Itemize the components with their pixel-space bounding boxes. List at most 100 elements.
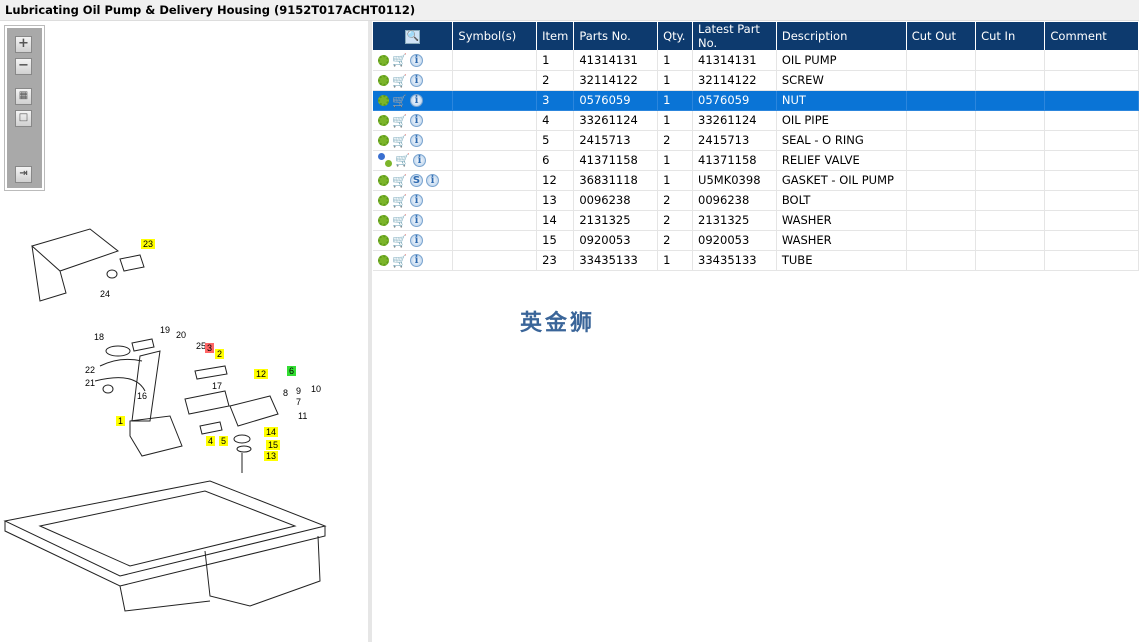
cell-part: 41371158	[573, 150, 659, 171]
cart-icon[interactable]: 🛒	[392, 175, 407, 187]
supersession-icon[interactable]: S	[410, 174, 423, 187]
cell-qty: 1	[657, 150, 694, 171]
callout-11[interactable]: 11	[298, 411, 307, 421]
callout-24[interactable]: 24	[100, 289, 110, 299]
cart-icon[interactable]: 🛒	[395, 154, 410, 166]
actual-size-button[interactable]: □	[15, 110, 32, 127]
cart-icon[interactable]: 🛒	[392, 135, 407, 147]
column-header-comment[interactable]: Comment	[1044, 22, 1139, 50]
export-button[interactable]: ⇥	[15, 166, 32, 183]
info-icon[interactable]: i	[410, 114, 423, 127]
row-actions: 🛒 i	[373, 210, 454, 231]
gear-icon[interactable]	[378, 115, 389, 126]
callout-1[interactable]: 1	[116, 416, 125, 426]
gear-icon[interactable]	[378, 175, 389, 186]
gear-icon[interactable]	[378, 195, 389, 206]
callout-16[interactable]: 16	[137, 391, 147, 401]
callout-3[interactable]: 3	[205, 343, 214, 353]
info-icon[interactable]: i	[410, 53, 423, 67]
column-header-cut-out[interactable]: Cut Out	[906, 22, 977, 50]
info-icon[interactable]: i	[426, 174, 439, 187]
callout-21[interactable]: 21	[85, 378, 95, 388]
callout-9[interactable]: 9	[296, 386, 301, 396]
cell-cut-in	[975, 130, 1046, 151]
row-actions: 🛒 i	[373, 110, 454, 131]
table-row[interactable]: 🛒 i 6 41371158 1 41371158 RELIEF VALVE	[373, 150, 1139, 171]
gear-icon[interactable]	[378, 215, 389, 226]
callout-10[interactable]: 10	[311, 384, 321, 394]
callout-20[interactable]: 20	[176, 330, 186, 340]
callout-17[interactable]: 17	[212, 381, 222, 391]
column-header-qty[interactable]: Qty.	[657, 22, 694, 50]
cart-icon[interactable]: 🛒	[392, 75, 407, 87]
column-header-search[interactable]: 🔍	[373, 22, 454, 50]
info-icon[interactable]: i	[410, 74, 423, 87]
cell-desc: GASKET - OIL PUMP	[776, 170, 907, 191]
cart-icon[interactable]: 🛒	[392, 54, 407, 66]
cart-icon[interactable]: 🛒	[392, 215, 407, 227]
table-row[interactable]: 🛒 i 15 0920053 2 0920053 WASHER	[373, 230, 1139, 251]
callout-23[interactable]: 23	[141, 239, 155, 249]
fit-all-button[interactable]: ▦	[15, 88, 32, 105]
column-header-description[interactable]: Description	[776, 22, 907, 50]
table-row[interactable]: 🛒 i 23 33435133 1 33435133 TUBE	[373, 250, 1139, 271]
table-row[interactable]: 🛒 i 1 41314131 1 41314131 OIL PUMP	[373, 50, 1139, 71]
callout-4[interactable]: 4	[206, 436, 215, 446]
column-header-cut-in[interactable]: Cut In	[975, 22, 1046, 50]
info-icon[interactable]: i	[410, 254, 423, 267]
callout-13[interactable]: 13	[264, 451, 278, 461]
table-row[interactable]: 🛒 i 4 33261124 1 33261124 OIL PIPE	[373, 110, 1139, 131]
zoom-out-button[interactable]: −	[15, 58, 32, 75]
cell-symbol	[452, 210, 538, 231]
cell-cut-out	[906, 90, 977, 111]
search-icon[interactable]: 🔍	[405, 30, 421, 44]
cart-icon[interactable]: 🛒	[392, 235, 407, 247]
table-row[interactable]: 🛒 i 3 0576059 1 0576059 NUT	[373, 90, 1139, 111]
cell-qty: 1	[657, 250, 694, 271]
info-icon[interactable]: i	[410, 194, 423, 207]
callout-6[interactable]: 6	[287, 366, 296, 376]
parts-diagram[interactable]: 23241819 2025 322221161712 678 9 101114 514151…	[0, 201, 368, 641]
info-icon[interactable]: i	[410, 134, 423, 147]
cell-desc: OIL PIPE	[776, 110, 907, 131]
table-row[interactable]: 🛒 i 5 2415713 2 2415713 SEAL - O RING	[373, 130, 1139, 151]
zoom-in-button[interactable]: +	[15, 36, 32, 53]
column-header-latest-part-no[interactable]: Latest Part No.	[692, 22, 777, 50]
gears-icon[interactable]	[378, 153, 392, 168]
callout-15[interactable]: 15	[266, 440, 280, 450]
gear-icon[interactable]	[378, 54, 389, 66]
callout-18[interactable]: 18	[94, 332, 104, 342]
column-header-parts-no[interactable]: Parts No.	[573, 22, 659, 50]
callout-12[interactable]: 12	[254, 369, 268, 379]
callout-7[interactable]: 7	[296, 397, 301, 407]
gear-icon[interactable]	[378, 235, 389, 246]
callout-22[interactable]: 22	[85, 365, 95, 375]
table-row[interactable]: 🛒 i 2 32114122 1 32114122 SCREW	[373, 70, 1139, 91]
info-icon[interactable]: i	[410, 94, 423, 107]
cell-qty: 2	[657, 210, 694, 231]
info-icon[interactable]: i	[413, 153, 426, 167]
table-row[interactable]: 🛒 Si 12 36831118 1 U5MK0398 GASKET - OIL PUMP	[373, 170, 1139, 191]
table-row[interactable]: 🛒 i 13 0096238 2 0096238 BOLT	[373, 190, 1139, 211]
column-header-item[interactable]: Item	[536, 22, 575, 50]
callout-19[interactable]: 19	[160, 325, 170, 335]
callout-2[interactable]: 2	[215, 349, 224, 359]
table-row[interactable]: 🛒 i 14 2131325 2 2131325 WASHER	[373, 210, 1139, 231]
gear-icon[interactable]	[378, 75, 389, 86]
column-header-symbol-s[interactable]: Symbol(s)	[452, 22, 538, 50]
callout-5[interactable]: 5	[219, 436, 228, 446]
cart-icon[interactable]: 🛒	[392, 255, 407, 267]
gear-icon[interactable]	[378, 255, 389, 266]
gear-icon[interactable]	[378, 135, 389, 146]
callout-8[interactable]: 8	[283, 388, 288, 398]
callout-label: 9	[296, 386, 301, 396]
cart-icon[interactable]: 🛒	[392, 195, 407, 207]
cart-icon[interactable]: 🛒	[392, 95, 407, 107]
callout-25[interactable]: 25	[196, 341, 206, 351]
info-icon[interactable]: i	[410, 234, 423, 247]
info-icon[interactable]: i	[410, 214, 423, 227]
gear-icon[interactable]	[378, 95, 389, 106]
cart-icon[interactable]: 🛒	[392, 115, 407, 127]
callout-14[interactable]: 14	[264, 427, 278, 437]
cell-comment	[1044, 230, 1139, 251]
